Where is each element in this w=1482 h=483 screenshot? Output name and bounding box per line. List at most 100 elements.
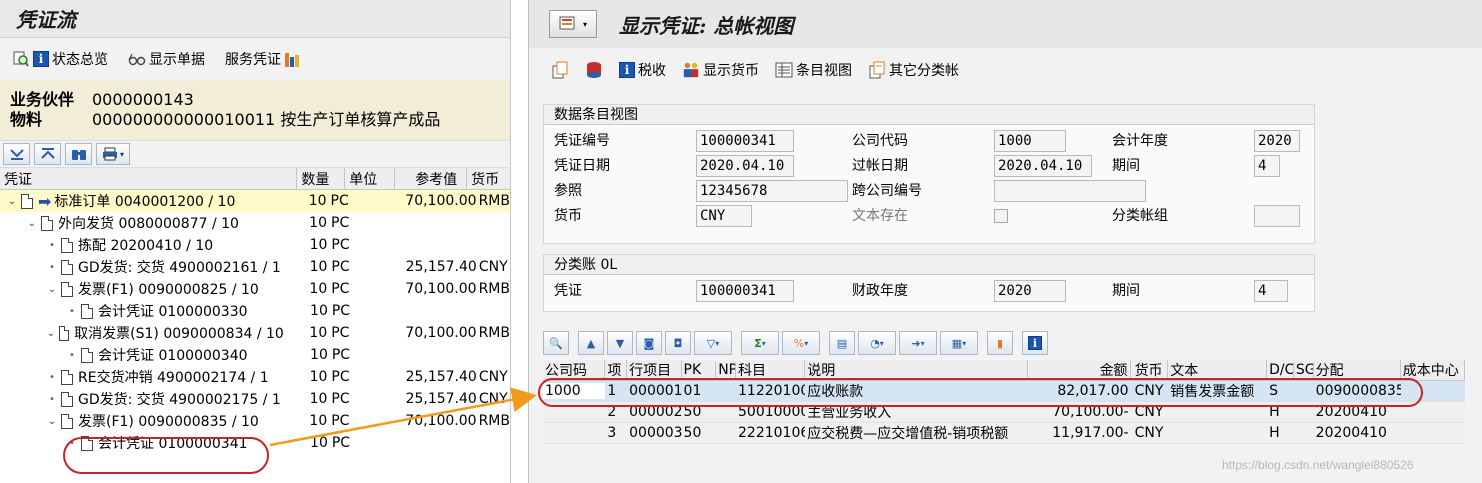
tree-row[interactable]: • 拣配 20200410 / 10 10 PC: [0, 234, 510, 256]
col-header-reference-value[interactable]: 参考值: [395, 168, 468, 189]
filter-button[interactable]: ▽ ▾: [694, 331, 732, 355]
col-header-currency[interactable]: 货币: [1131, 360, 1169, 380]
print-button[interactable]: ▤: [829, 331, 855, 355]
col-header-unit[interactable]: 单位: [345, 168, 396, 189]
display-currency-button[interactable]: 显示货币: [682, 60, 759, 80]
expand-caret-icon[interactable]: ⌄: [26, 218, 38, 229]
company-code-field[interactable]: 1000: [994, 130, 1066, 152]
export-button[interactable]: ➜ ▾: [899, 331, 937, 355]
find-button[interactable]: [65, 143, 92, 165]
text-exists-checkbox[interactable]: [994, 209, 1008, 223]
col-header-text[interactable]: 文本: [1168, 360, 1268, 380]
tax-button[interactable]: i 税收: [619, 60, 666, 80]
ledger-document-field[interactable]: 100000341: [696, 280, 794, 302]
col-header-np[interactable]: NP: [716, 362, 737, 378]
watermark-url: https://blog.csdn.net/wanglei880526: [1222, 458, 1414, 472]
subtotal-button[interactable]: % ▾: [782, 331, 820, 355]
sort-ascending-button[interactable]: ▲: [578, 331, 604, 355]
print-menu-button[interactable]: ▾: [96, 143, 130, 165]
change-document-button[interactable]: [551, 61, 569, 79]
fiscal-year-field[interactable]: 2020: [1254, 130, 1300, 152]
tree-row[interactable]: • GD发货: 交货 4900002161 / 1 10 PC 25,157.40 CNY: [0, 256, 510, 278]
col-header-sg[interactable]: SG: [1294, 362, 1314, 378]
entry-view-button[interactable]: 条目视图: [775, 60, 852, 80]
other-ledger-button[interactable]: 其它分类帐: [868, 60, 959, 80]
tree-row[interactable]: ⌄ ➡ 标准订单 0040001200 / 10 10 PC 70,100.00 RMB: [0, 190, 510, 212]
ledger-period-field[interactable]: 4: [1254, 280, 1288, 302]
tree-doc-label[interactable]: 会计凭证 0100000340: [98, 345, 248, 365]
tree-row[interactable]: • RE交货冲销 4900002174 / 1 10 PC 25,157.40 CNY: [0, 366, 510, 388]
tree-doc-label[interactable]: GD发货: 交货 4900002175 / 1: [78, 389, 281, 409]
unit-cell: PC: [331, 281, 350, 297]
col-header-account[interactable]: 科目: [736, 360, 806, 380]
display-document-pane: ▾ 显示凭证: 总帐视图 i 税收 显示货币 条目视图 其它分类帐 数据条目视图…: [528, 0, 1482, 483]
document-icon: [61, 391, 73, 407]
layout-button[interactable]: ▦ ▾: [940, 331, 978, 355]
tree-doc-label[interactable]: GD发货: 交货 4900002161 / 1: [78, 257, 281, 277]
col-header-assignment[interactable]: 分配: [1314, 360, 1401, 380]
ledger-group-field[interactable]: [1254, 205, 1300, 227]
system-menu-button[interactable]: ▾: [549, 10, 597, 38]
tree-doc-label[interactable]: 标准订单 0040001200 / 10: [54, 191, 235, 211]
tree-row[interactable]: • 会计凭证 0100000330 10 PC: [0, 300, 510, 322]
grid-row[interactable]: 3 000003 50 22210106 应交税费—应交增值税-销项税额 11,917.0…: [543, 423, 1465, 444]
status-overview-button[interactable]: i 状态总览: [12, 49, 108, 69]
tree-doc-label[interactable]: 发票(F1) 0090000835 / 10: [78, 411, 259, 431]
tree-doc-label[interactable]: 发票(F1) 0090000825 / 10: [78, 279, 259, 299]
col-header-item[interactable]: 项: [605, 360, 628, 380]
col-header-line-item[interactable]: 行项目: [627, 360, 682, 380]
col-header-quantity[interactable]: 数量: [297, 168, 346, 189]
info-button[interactable]: i: [1022, 331, 1048, 355]
ledger-copy-icon: [868, 61, 886, 79]
posting-date-field[interactable]: 2020.04.10: [994, 155, 1092, 177]
col-header-company-code[interactable]: 公司码: [543, 360, 606, 380]
display-document-button[interactable]: 显示单据: [128, 49, 205, 69]
service-document-button[interactable]: 服务凭证: [225, 49, 302, 69]
tree-doc-cell: ⌄ 外向发货 0080000877 / 10: [0, 213, 283, 233]
col-header-currency[interactable]: 货币: [467, 168, 510, 189]
tree-row[interactable]: ⌄ 发票(F1) 0090000825 / 10 10 PC 70,100.00 RMB: [0, 278, 510, 300]
expand-caret-icon[interactable]: ⌄: [6, 196, 18, 207]
tree-row[interactable]: ⌄ 外向发货 0080000877 / 10 10 PC: [0, 212, 510, 234]
document-number-field[interactable]: 100000341: [696, 130, 794, 152]
expand-caret-icon[interactable]: ⌄: [46, 328, 56, 339]
expand-caret-icon[interactable]: ⌄: [46, 416, 58, 427]
tree-doc-label[interactable]: 外向发货 0080000877 / 10: [58, 213, 239, 233]
sort-descending-button[interactable]: ▼: [607, 331, 633, 355]
reference-field[interactable]: 12345678: [696, 180, 848, 202]
find-button[interactable]: ◙: [636, 331, 662, 355]
expand-caret-icon[interactable]: ⌄: [46, 284, 58, 295]
tree-doc-label[interactable]: 会计凭证 0100000330: [98, 301, 248, 321]
tree-row[interactable]: ⌄ 取消发票(S1) 0090000834 / 10 10 PC 70,100.00 RM…: [0, 322, 510, 344]
col-header-cost-center[interactable]: 成本中心: [1401, 360, 1465, 380]
details-button[interactable]: 🔍: [543, 331, 569, 355]
ledger-fiscal-year-field[interactable]: 2020: [994, 280, 1066, 302]
col-header-debit-credit[interactable]: D/C: [1267, 362, 1294, 378]
sum-button[interactable]: Σ ▾: [741, 331, 779, 355]
expand-all-button[interactable]: [3, 143, 30, 165]
group-title: 分类账 0L: [544, 255, 1314, 275]
tree-doc-label[interactable]: RE交货冲销 4900002174 / 1: [78, 367, 269, 387]
col-header-posting-key[interactable]: PK: [682, 362, 717, 378]
period-field[interactable]: 4: [1254, 155, 1280, 177]
col-header-document[interactable]: 凭证: [0, 168, 298, 189]
tree-row[interactable]: ⌄ 发票(F1) 0090000835 / 10 10 PC 70,100.00 RMB: [0, 410, 510, 432]
material-value: 000000000000010011 按生产订单核算产成品: [92, 110, 441, 129]
views-button[interactable]: ◔ ▾: [858, 331, 896, 355]
database-button[interactable]: [585, 61, 603, 79]
document-date-field[interactable]: 2020.04.10: [696, 155, 794, 177]
find-next-button[interactable]: ◘: [665, 331, 691, 355]
tree-row[interactable]: • 会计凭证 0100000340 10 PC: [0, 344, 510, 366]
tree-doc-cell: ⌄ ➡ 标准订单 0040001200 / 10: [0, 191, 283, 211]
graphic-button[interactable]: ▮: [987, 331, 1013, 355]
collapse-all-button[interactable]: [34, 143, 61, 165]
tree-row[interactable]: • GD发货: 交货 4900002175 / 1 10 PC 25,157.40 CNY: [0, 388, 510, 410]
tree-doc-label[interactable]: 取消发票(S1) 0090000834 / 10: [74, 323, 284, 343]
cross-company-field[interactable]: [994, 180, 1146, 202]
printer-icon: ▤: [836, 336, 848, 350]
currency-field[interactable]: CNY: [696, 205, 752, 227]
col-header-description[interactable]: 说明: [805, 360, 1028, 380]
tree-doc-label[interactable]: 拣配 20200410 / 10: [78, 235, 213, 255]
col-header-amount[interactable]: 金额: [1028, 360, 1131, 380]
export-icon: ➜: [911, 336, 921, 350]
